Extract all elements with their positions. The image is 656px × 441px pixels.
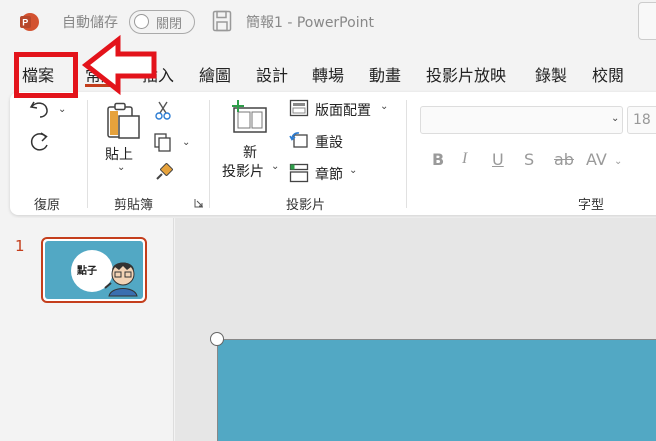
resize-handle[interactable]	[210, 332, 224, 346]
thumbnail-logo-text: 點子	[77, 266, 97, 277]
cartoon-character-icon	[104, 262, 138, 297]
slide-number: 1	[15, 237, 25, 255]
undo-dropdown-icon[interactable]: ⌄	[58, 104, 66, 115]
ribbon-separator	[87, 100, 88, 208]
dialog-launcher-icon[interactable]	[194, 198, 204, 208]
paste-icon[interactable]	[105, 102, 143, 140]
slides-group-label: 投影片	[286, 198, 326, 213]
toggle-knob	[134, 14, 149, 29]
new-slide-icon[interactable]	[230, 98, 270, 136]
font-group-label: 字型	[578, 198, 605, 213]
reset-icon[interactable]	[289, 131, 309, 149]
save-icon[interactable]	[212, 10, 232, 32]
tab-draw[interactable]: 繪圖	[199, 62, 231, 86]
section-dropdown-icon[interactable]: ⌄	[349, 165, 357, 176]
slide-thumbnail[interactable]: 點子	[41, 237, 147, 303]
tab-transitions[interactable]: 轉場	[312, 62, 344, 86]
layout-dropdown-icon[interactable]: ⌄	[380, 101, 388, 112]
toggle-label: 關閉	[156, 17, 183, 32]
bold-button[interactable]: B	[432, 150, 444, 169]
new-slide-label-1[interactable]: 新	[243, 142, 257, 162]
autosave-toggle[interactable]: 關閉	[129, 10, 195, 34]
character-spacing-button[interactable]: AV	[586, 150, 607, 169]
ribbon-separator	[209, 100, 210, 208]
italic-button[interactable]: I	[462, 150, 467, 168]
paste-label[interactable]: 貼上	[105, 144, 133, 164]
search-box[interactable]	[638, 2, 656, 40]
shadow-button[interactable]: S	[524, 150, 534, 169]
ribbon: ⌄ 復原 貼上 ⌄ ⌄ 剪貼簿 新 投影片 ⌄ 版面配置 ⌄ 重設 章節 ⌄ 投…	[10, 92, 656, 215]
reset-label[interactable]: 重設	[315, 132, 343, 152]
powerpoint-logo-icon: P	[20, 13, 39, 31]
copy-icon[interactable]	[153, 132, 173, 152]
svg-text:P: P	[22, 18, 28, 28]
cut-icon[interactable]	[154, 100, 172, 120]
slide-canvas[interactable]	[217, 339, 656, 441]
layout-icon[interactable]	[289, 99, 309, 117]
font-size-select[interactable]: 18	[627, 106, 656, 134]
section-icon[interactable]	[289, 163, 309, 183]
font-name-select[interactable]: ⌄	[420, 106, 623, 134]
copy-dropdown-icon[interactable]: ⌄	[182, 137, 190, 148]
tab-animations[interactable]: 動畫	[369, 62, 401, 86]
layout-label[interactable]: 版面配置	[315, 100, 371, 120]
autosave-label: 自動儲存	[62, 15, 118, 31]
thumbnail-background: 點子	[45, 241, 143, 299]
document-title: 簡報1 - PowerPoint	[246, 15, 374, 31]
red-arrow-icon	[81, 34, 157, 96]
font-name-dropdown-icon[interactable]: ⌄	[611, 113, 619, 124]
tab-review[interactable]: 校閱	[592, 62, 624, 86]
underline-button[interactable]: U	[492, 150, 504, 169]
tab-slideshow[interactable]: 投影片放映	[426, 62, 506, 86]
section-label[interactable]: 章節	[315, 164, 343, 184]
paste-dropdown-icon[interactable]: ⌄	[117, 162, 125, 173]
font-size-value: 18	[633, 112, 651, 128]
tab-record[interactable]: 錄製	[535, 62, 567, 86]
highlight-box	[14, 52, 78, 98]
undo-icon[interactable]	[28, 98, 52, 120]
clipboard-group-label: 剪貼簿	[114, 198, 154, 213]
new-slide-dropdown-icon[interactable]: ⌄	[271, 161, 279, 172]
strikethrough-button[interactable]: ab	[554, 150, 574, 169]
new-slide-label-2[interactable]: 投影片	[222, 161, 264, 181]
redo-icon[interactable]	[28, 130, 52, 154]
format-painter-icon[interactable]	[154, 162, 174, 182]
tab-design[interactable]: 設計	[256, 62, 288, 86]
ribbon-separator	[406, 100, 407, 208]
undo-group-label: 復原	[34, 198, 61, 213]
character-spacing-dropdown-icon[interactable]: ⌄	[614, 156, 622, 167]
